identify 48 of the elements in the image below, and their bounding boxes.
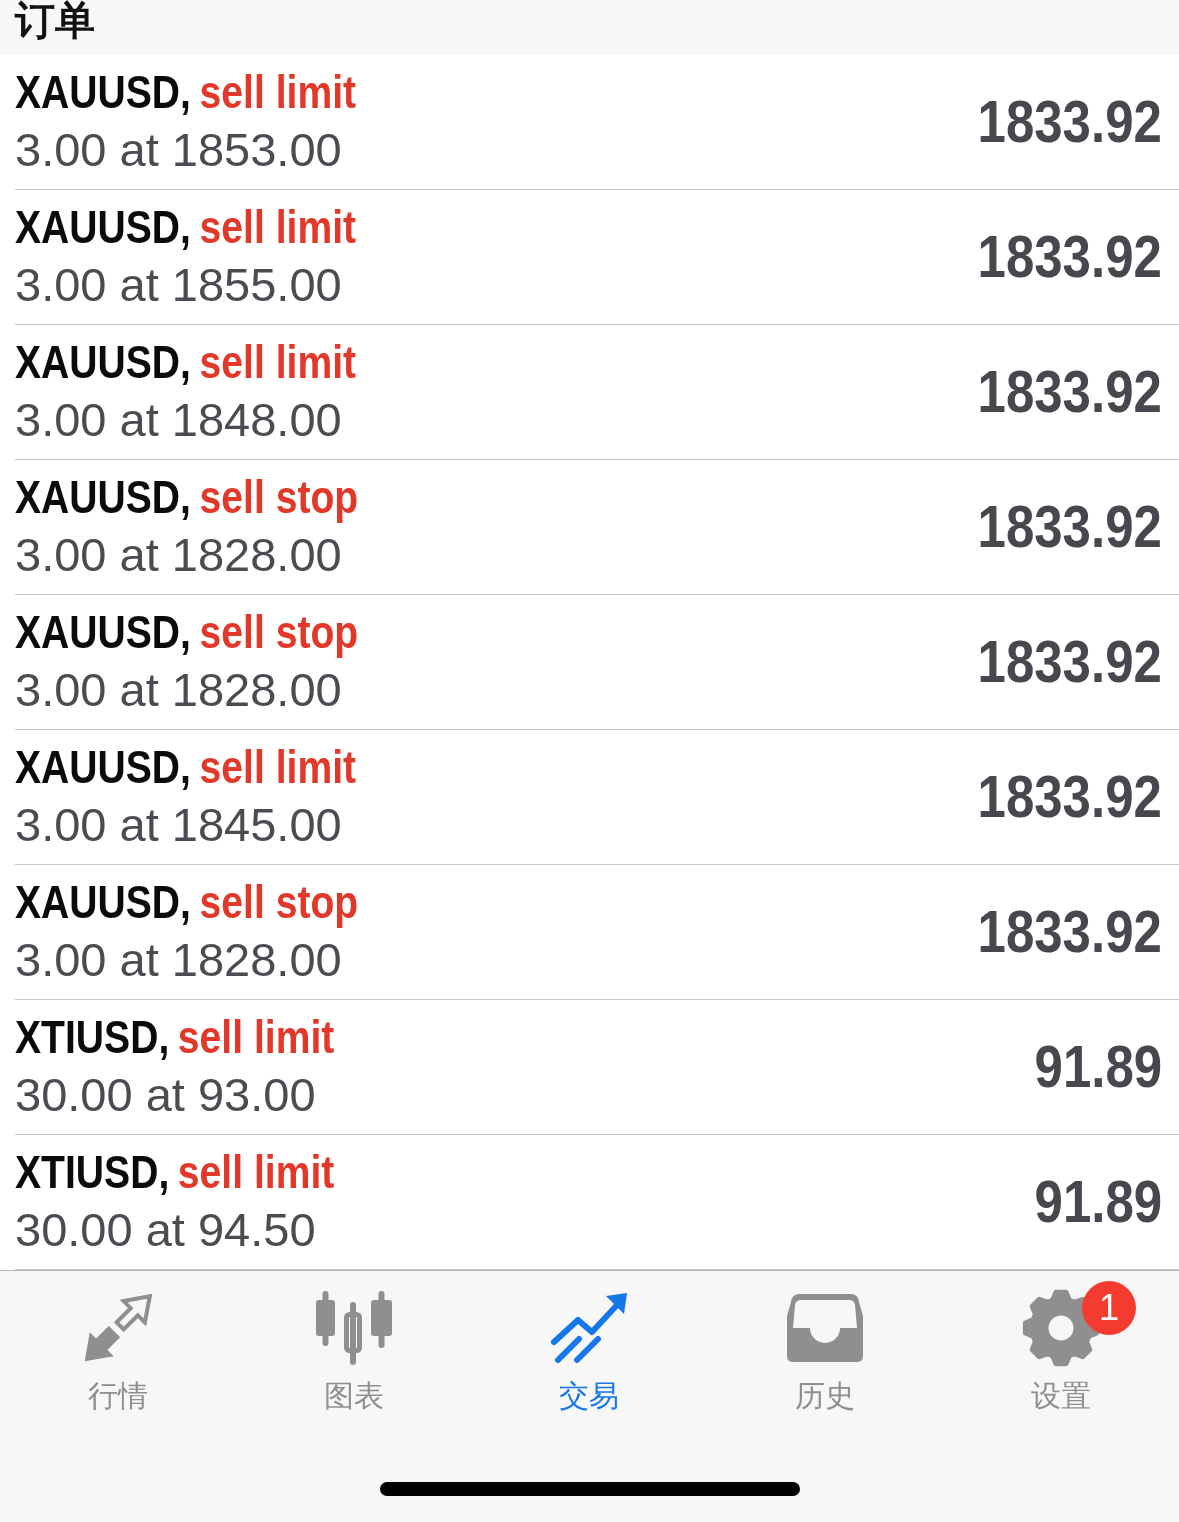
order-details-text: 3.00 at 1828.00 [15,932,343,988]
symbol-text: XAUUSD, [15,606,191,658]
page-title: 订单 [15,0,95,40]
price-text: 91.89 [1034,1167,1162,1237]
order-type-text: sell stop [199,876,359,928]
order-details-text: 3.00 at 1828.00 [15,527,343,583]
price-text: 1833.92 [977,897,1162,967]
tab[interactable]: 交易 [471,1271,708,1418]
symbol-text: XAUUSD, [15,471,191,523]
order-type-text: sell limit [177,1011,335,1063]
settings-icon [1022,1289,1101,1367]
symbol-text: XAUUSD, [15,66,191,118]
tab[interactable]: 行情 [0,1271,236,1418]
notification-badge: 1 [1082,1281,1137,1335]
tab[interactable]: 历史 [707,1271,944,1418]
symbol-text: XAUUSD, [15,336,191,388]
price-text: 1833.92 [977,492,1162,562]
symbol-text: XAUUSD, [15,876,191,928]
arrows-icon [82,1293,153,1363]
price-text: 1833.92 [977,627,1162,697]
symbol-text: XAUUSD, [15,201,191,253]
order-type-text: sell limit [177,1146,335,1198]
order-details-text: 3.00 at 1853.00 [15,122,343,178]
order-details-text: 30.00 at 94.50 [15,1202,317,1258]
order-details-text: 3.00 at 1855.00 [15,257,343,313]
candlestick-icon [315,1291,392,1365]
order-details-text: 3.00 at 1828.00 [15,662,343,718]
tab[interactable]: 图表 [235,1271,472,1418]
symbol-text: XAUUSD, [15,741,191,793]
trend-arrow-icon [550,1292,629,1364]
price-text: 1833.92 [977,357,1162,427]
order-type-text: sell limit [199,741,357,793]
price-text: 1833.92 [977,762,1162,832]
order-details-text: 3.00 at 1848.00 [15,392,343,448]
tab[interactable]: 1 设置 [943,1271,1179,1418]
order-details-text: 30.00 at 93.00 [15,1067,317,1123]
order-type-text: sell limit [199,66,357,118]
order-type-text: sell stop [199,471,359,523]
price-text: 1833.92 [977,87,1162,157]
order-type-text: sell limit [199,201,357,253]
order-type-text: sell stop [199,606,359,658]
symbol-text: XTIUSD, [15,1146,170,1198]
order-type-text: sell limit [199,336,357,388]
order-details-text: 3.00 at 1845.00 [15,797,343,853]
symbol-text: XTIUSD, [15,1011,170,1063]
price-text: 1833.92 [977,222,1162,292]
inbox-tray-icon [787,1294,864,1362]
price-text: 91.89 [1034,1032,1162,1102]
